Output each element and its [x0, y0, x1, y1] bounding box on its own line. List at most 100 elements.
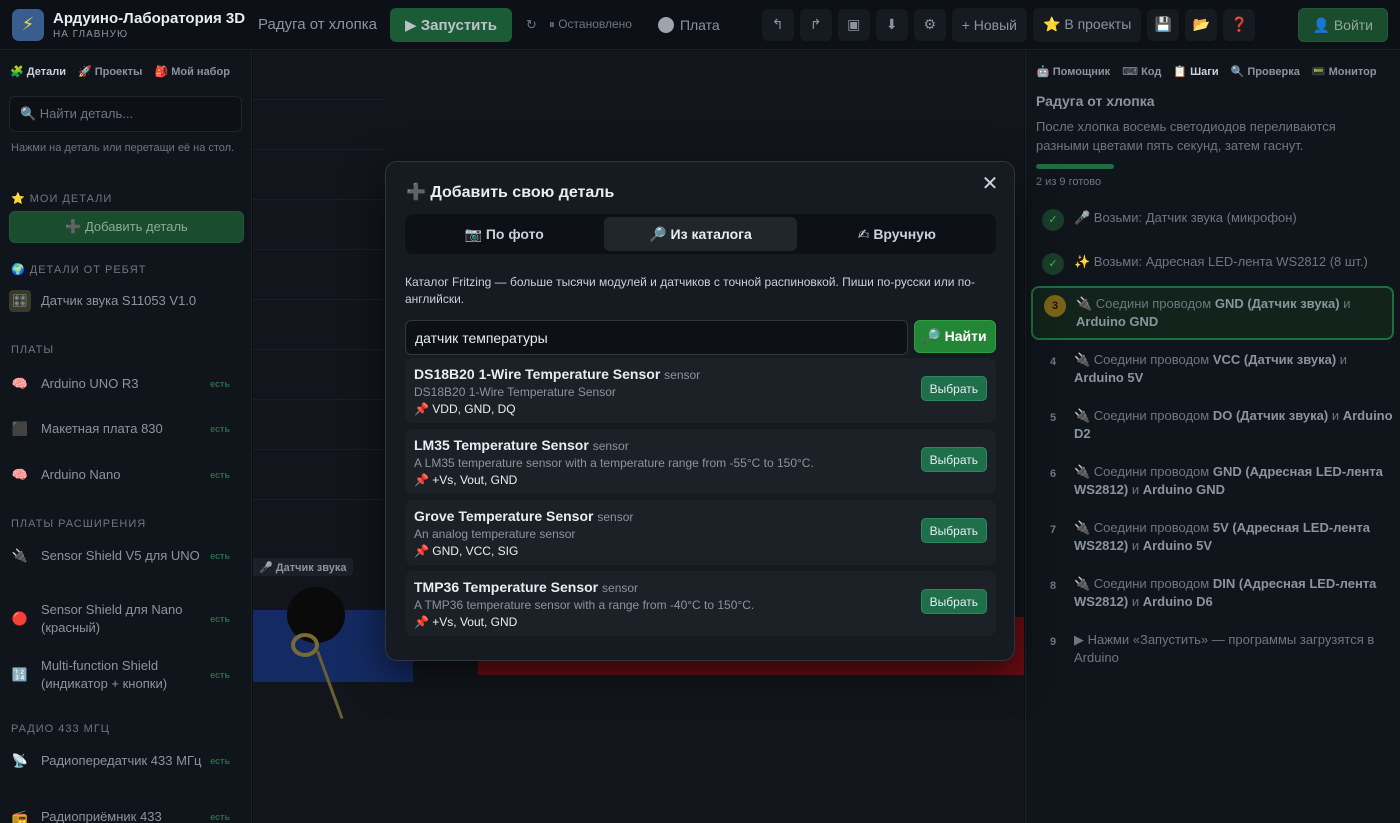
tab-my-kit[interactable]: 🎒 Мой набор: [154, 65, 229, 78]
status-badge: есть: [210, 812, 230, 822]
grid-line: [253, 399, 386, 400]
login-button[interactable]: 👤 Войти: [1297, 8, 1388, 42]
list-item: DS18B20 1-Wire Temperature Sensor sensor…: [405, 358, 996, 423]
find-button[interactable]: 🔎 Найти: [914, 320, 996, 353]
step-item[interactable]: 6 🔌 Соедини проводом GND (Адресная LED-ле…: [1031, 463, 1394, 499]
result-category: sensor: [597, 510, 634, 524]
step-item[interactable]: 9 ▶ Нажми «Запустить» — программы загрузя…: [1031, 631, 1394, 667]
step-text-mid: и: [1328, 408, 1343, 423]
help-icon[interactable]: ❓: [1223, 8, 1256, 41]
steps-panel: 🤖 Помощник ⌨ Код 📋 Шаги 🔍 Проверка 📟 Мон…: [1025, 51, 1400, 823]
result-pins: 📌 +Vs, Vout, GND: [414, 615, 518, 629]
gear-icon[interactable]: ⚙: [913, 8, 946, 41]
new-project-button[interactable]: + Новый: [951, 7, 1028, 42]
sidebar-item-sensor-shield-uno[interactable]: 🔌 Sensor Shield V5 для UNO есть: [9, 545, 244, 567]
close-icon[interactable]: ✕: [980, 174, 1000, 194]
step-text: 🔌 Соедини проводом 5V (Адресная LED-лент…: [1074, 519, 1394, 555]
modal-title: ➕ Добавить свою деталь: [406, 184, 615, 201]
select-button[interactable]: Выбрать: [920, 518, 987, 543]
step-item[interactable]: ✓ 🎤 Возьми: Датчик звука (микрофон): [1031, 209, 1394, 231]
tab-steps[interactable]: 📋 Шаги: [1173, 65, 1218, 78]
step-text-mid: и: [1336, 352, 1348, 367]
save-icon[interactable]: 💾: [1147, 8, 1180, 41]
parts-sidebar: 🧩 Детали 🚀 Проекты 🎒 Мой набор 🔍 Найти д…: [0, 51, 252, 823]
step-item[interactable]: ✓ ✨ Возьми: Адресная LED-лента WS2812 (8 …: [1031, 253, 1394, 275]
sidebar-item-label: Радиопередатчик 433 МГц: [41, 753, 202, 768]
to-projects-button[interactable]: ⭐ В проекты: [1033, 7, 1142, 42]
result-name: Grove Temperature Sensor: [414, 508, 594, 524]
result-description: An analog temperature sensor: [414, 527, 576, 541]
step-text: 🔌 Соедини проводом GND (Датчик звука) и …: [1076, 295, 1392, 331]
step-number: 4: [1049, 356, 1057, 368]
redo-icon[interactable]: ↱: [799, 8, 832, 41]
select-button[interactable]: Выбрать: [920, 589, 987, 614]
tab-code[interactable]: ⌨ Код: [1122, 65, 1161, 78]
tab-by-photo[interactable]: 📷 По фото: [408, 217, 600, 251]
undo-icon[interactable]: ↰: [761, 8, 794, 41]
step-text-pre: 🎤 Возьми: Датчик звука (микрофон): [1074, 210, 1297, 225]
step-text-to: Arduino GND: [1142, 482, 1226, 497]
screen-icon[interactable]: ▣: [837, 8, 870, 41]
keypad-icon: 🔢: [11, 667, 29, 682]
tab-parts[interactable]: 🧩 Детали: [10, 65, 66, 78]
tab-assistant[interactable]: 🤖 Помощник: [1036, 65, 1110, 78]
grid-line: [253, 499, 386, 500]
folder-icon[interactable]: 📂: [1185, 8, 1218, 41]
part-label-sound-sensor[interactable]: 🎤 Датчик звука: [253, 558, 353, 576]
step-item[interactable]: 5 🔌 Соедини проводом DO (Датчик звука) и …: [1031, 407, 1394, 443]
sidebar-item-label: Sensor Shield для Nano (красный): [41, 602, 183, 635]
top-bar: ⚡ Ардуино-Лаборатория 3D НА ГЛАВНУЮ Раду…: [0, 0, 1400, 50]
sidebar-item-radio-transmitter[interactable]: 📡 Радиопередатчик 433 МГц есть: [9, 750, 244, 772]
sidebar-item-arduino-nano[interactable]: 🧠 Arduino Nano есть: [9, 464, 244, 486]
brand[interactable]: ⚡ Ардуино-Лаборатория 3D НА ГЛАВНУЮ: [0, 8, 250, 41]
sidebar-item-label: Радиоприёмник 433: [41, 809, 162, 823]
breadboard-icon: ⬛: [11, 421, 29, 436]
tab-manual[interactable]: ✍ Вручную: [801, 217, 993, 251]
tab-projects[interactable]: 🚀 Проекты: [78, 65, 143, 78]
part-search-input[interactable]: 🔍 Найти деталь...: [9, 96, 242, 132]
project-name[interactable]: Радуга от хлопка: [258, 16, 388, 33]
catalog-search-input[interactable]: [405, 320, 908, 355]
section-my-parts: ⭐ МОИ ДЕТАЛИ: [11, 193, 113, 205]
step-text: 🔌 Соедини проводом VCC (Датчик звука) и …: [1074, 351, 1394, 387]
catalog-description: Каталог Fritzing — больше тысячи модулей…: [405, 275, 975, 306]
home-link[interactable]: НА ГЛАВНУЮ: [53, 29, 245, 40]
progress-text: 2 из 9 готово: [1036, 176, 1102, 188]
step-number: 3: [1044, 295, 1066, 317]
select-button[interactable]: Выбрать: [920, 376, 987, 401]
step-item[interactable]: 4 🔌 Соедини проводом VCC (Датчик звука) и…: [1031, 351, 1394, 387]
reset-icon[interactable]: ↻: [526, 8, 537, 42]
select-button[interactable]: Выбрать: [920, 447, 987, 472]
result-pins: 📌 VDD, GND, DQ: [414, 402, 516, 416]
board-selector[interactable]: Плата: [657, 16, 720, 33]
step-item[interactable]: 8 🔌 Соедини проводом DIN (Адресная LED-ле…: [1031, 575, 1394, 611]
tab-monitor[interactable]: 📟 Монитор: [1312, 65, 1377, 78]
sidebar-item-radio-receiver[interactable]: 📻 Радиоприёмник 433 есть: [9, 806, 244, 823]
step-text-pre: 🔌 Соедини проводом: [1074, 352, 1213, 367]
result-category: sensor: [592, 439, 629, 453]
download-icon[interactable]: ⬇: [875, 8, 908, 41]
step-item[interactable]: 7 🔌 Соедини проводом 5V (Адресная LED-лен…: [1031, 519, 1394, 555]
sidebar-item-multifunction-shield[interactable]: 🔢 Multi-function Shield (индикатор + кно…: [9, 657, 244, 693]
sidebar-item-breadboard[interactable]: ⬛ Макетная плата 830 есть: [9, 418, 244, 440]
step-text-pre: ✨ Возьми: Адресная LED-лента WS2812 (8 ш…: [1074, 254, 1368, 269]
step-item[interactable]: 3 🔌 Соедини проводом GND (Датчик звука) и…: [1031, 286, 1394, 340]
list-item: TMP36 Temperature Sensor sensor A TMP36 …: [405, 571, 996, 636]
section-shields: ПЛАТЫ РАСШИРЕНИЯ: [11, 518, 147, 530]
result-pins: 📌 GND, VCC, SIG: [414, 544, 519, 558]
project-title: Радуга от хлопка: [1036, 93, 1155, 109]
sidebar-item-sensor-shield-nano[interactable]: 🔴 Sensor Shield для Nano (красный) есть: [9, 601, 244, 637]
tab-check[interactable]: 🔍 Проверка: [1231, 65, 1300, 78]
sidebar-item-sound-sensor[interactable]: 🎛 Датчик звука S11053 V1.0: [9, 290, 244, 312]
sidebar-item-arduino-uno[interactable]: 🧠 Arduino UNO R3 есть: [9, 373, 244, 395]
result-name: LM35 Temperature Sensor: [414, 437, 589, 453]
step-text-pre: 🔌 Соедини проводом: [1076, 296, 1215, 311]
step-text-pre: 🔌 Соедини проводом: [1074, 576, 1213, 591]
modal-tabs: 📷 По фото 🔎 Из каталога ✍ Вручную: [405, 214, 996, 254]
list-item: Grove Temperature Sensor sensor An analo…: [405, 500, 996, 565]
status-badge: есть: [210, 756, 230, 766]
run-button[interactable]: ▶ Запустить: [390, 7, 512, 42]
add-part-button[interactable]: ➕ Добавить деталь: [9, 211, 244, 243]
tab-from-catalog[interactable]: 🔎 Из каталога: [604, 217, 797, 251]
sidebar-item-label: Sensor Shield V5 для UNO: [41, 548, 200, 563]
